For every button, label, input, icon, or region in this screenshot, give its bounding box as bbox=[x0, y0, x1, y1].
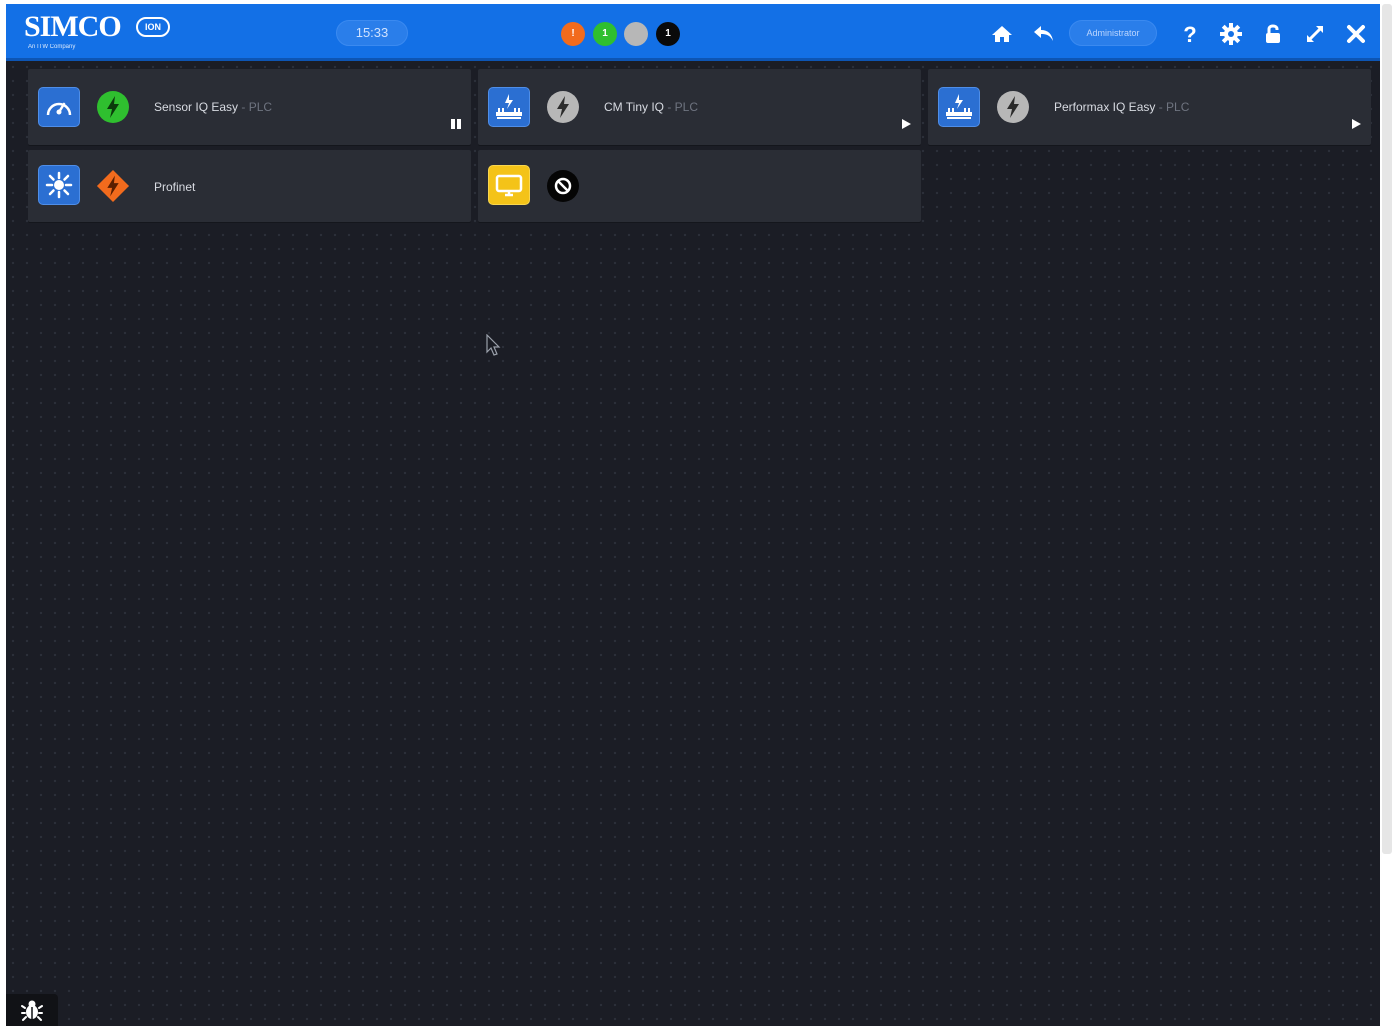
back-button[interactable] bbox=[1030, 20, 1058, 48]
home-button[interactable] bbox=[988, 20, 1016, 48]
device-tile-label: Profinet bbox=[154, 180, 195, 194]
settings-button[interactable] bbox=[1217, 20, 1245, 48]
clock-display: 15:33 bbox=[336, 20, 408, 46]
play-button[interactable] bbox=[1349, 117, 1363, 131]
play-button[interactable] bbox=[899, 117, 913, 131]
device-tile-label: Sensor IQ Easy - PLC bbox=[154, 100, 272, 114]
simco-ion-logo: SIMCO ION An ITW Company bbox=[24, 10, 170, 51]
close-icon bbox=[1347, 25, 1365, 43]
grey-inactive-status-icon bbox=[547, 91, 579, 123]
close-button[interactable] bbox=[1342, 20, 1370, 48]
logo-subtitle: An ITW Company bbox=[28, 44, 76, 50]
fullscreen-button[interactable] bbox=[1301, 20, 1329, 48]
device-type-icon bbox=[488, 87, 530, 127]
alarm-status-dot[interactable]: ! bbox=[561, 22, 585, 46]
bug-icon bbox=[21, 1000, 43, 1021]
page-scrollbar[interactable] bbox=[1382, 4, 1392, 854]
play-icon bbox=[902, 119, 911, 129]
status-indicator bbox=[546, 169, 580, 203]
network-icon bbox=[45, 171, 73, 199]
user-role-button[interactable]: Administrator bbox=[1069, 20, 1157, 46]
charging-bar-icon bbox=[946, 94, 972, 119]
logo-text: SIMCO bbox=[24, 10, 122, 43]
home-icon bbox=[992, 26, 1012, 42]
device-name: Sensor IQ Easy bbox=[154, 100, 239, 114]
logo-badge: ION bbox=[136, 17, 170, 37]
device-tile-performax-iq-easy[interactable]: Performax IQ Easy - PLC bbox=[928, 69, 1371, 145]
ok-status-dot[interactable]: 1 bbox=[593, 22, 617, 46]
settings-icon bbox=[1220, 23, 1242, 45]
black-disabled-status-icon bbox=[547, 170, 579, 202]
device-name: Performax IQ Easy bbox=[1054, 100, 1156, 114]
charging-bar-icon bbox=[496, 94, 522, 119]
lock-button[interactable] bbox=[1259, 20, 1287, 48]
screen-icon bbox=[495, 174, 523, 197]
pause-icon bbox=[451, 119, 461, 129]
device-tile-cm-tiny-iq[interactable]: CM Tiny IQ - PLC bbox=[478, 69, 921, 145]
fullscreen-icon bbox=[1306, 25, 1324, 43]
device-name: CM Tiny IQ bbox=[604, 100, 665, 114]
debug-button[interactable] bbox=[6, 994, 58, 1026]
device-connection: - PLC bbox=[1155, 100, 1190, 114]
back-icon bbox=[1034, 26, 1053, 41]
device-type-icon bbox=[938, 87, 980, 127]
grey-inactive-status-icon bbox=[997, 91, 1029, 123]
svg-text:?: ? bbox=[1183, 23, 1196, 45]
status-indicator bbox=[96, 169, 130, 203]
unlock-icon bbox=[1266, 24, 1280, 43]
app-window: SIMCO ION An ITW Company 15:33 ! 1 1 Adm… bbox=[6, 4, 1380, 1026]
pause-button[interactable] bbox=[449, 117, 463, 131]
status-indicator bbox=[546, 90, 580, 124]
device-tile-display[interactable] bbox=[478, 150, 921, 222]
device-tile-profinet[interactable]: Profinet bbox=[28, 150, 471, 222]
play-icon bbox=[1352, 119, 1361, 129]
idle-status-dot[interactable] bbox=[624, 22, 648, 46]
status-indicator bbox=[996, 90, 1030, 124]
off-status-dot[interactable]: 1 bbox=[656, 22, 680, 46]
device-type-icon bbox=[38, 87, 80, 127]
green-active-status-icon bbox=[97, 91, 129, 123]
help-icon: ? bbox=[1183, 23, 1196, 45]
device-connection: - PLC bbox=[238, 100, 273, 114]
status-indicator bbox=[96, 90, 130, 124]
device-tile-label: CM Tiny IQ - PLC bbox=[604, 100, 698, 114]
orange-warning-status-icon bbox=[96, 169, 130, 203]
device-connection: - PLC bbox=[664, 100, 699, 114]
device-name: Profinet bbox=[154, 180, 196, 194]
help-button[interactable]: ? bbox=[1176, 20, 1204, 48]
device-tile-sensor-iq-easy[interactable]: Sensor IQ Easy - PLC bbox=[28, 69, 471, 145]
mouse-cursor-icon bbox=[486, 334, 501, 356]
device-type-icon bbox=[38, 165, 80, 205]
header-bar: SIMCO ION An ITW Company 15:33 ! 1 1 Adm… bbox=[6, 4, 1380, 61]
device-tile-label: Performax IQ Easy - PLC bbox=[1054, 100, 1189, 114]
gauge-icon bbox=[46, 102, 72, 116]
device-type-icon bbox=[488, 165, 530, 205]
